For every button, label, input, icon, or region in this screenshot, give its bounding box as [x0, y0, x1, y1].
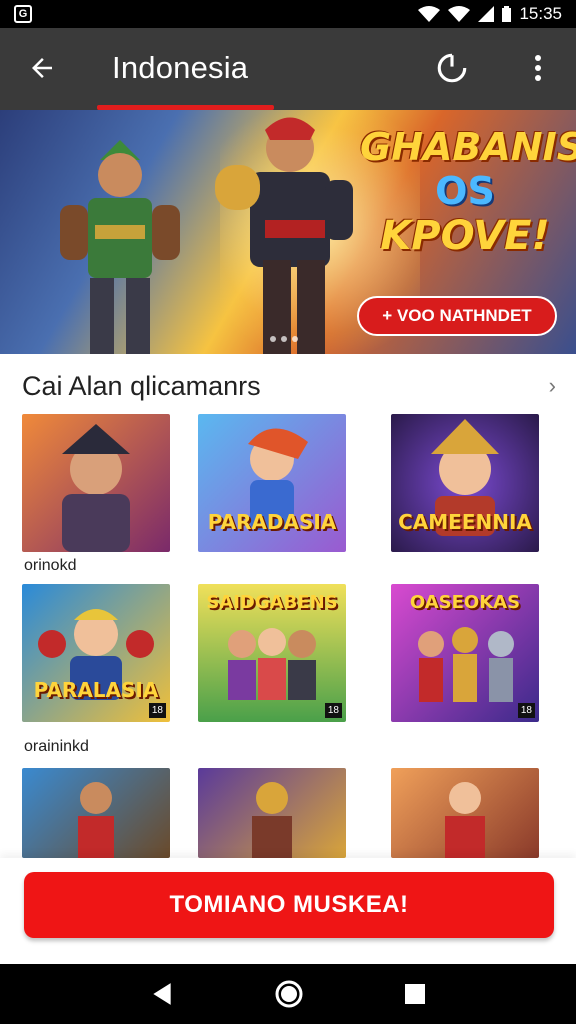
status-time: 15:35	[519, 4, 562, 23]
row-caption: orinokd	[24, 557, 77, 574]
row-caption: oraininkd	[24, 738, 89, 755]
game-art	[62, 424, 130, 552]
game-tile[interactable]: PARADASIA	[198, 414, 346, 552]
section-header[interactable]: Cai Alan qlicamanrs ›	[22, 366, 562, 406]
age-rating-badge: 18	[148, 703, 166, 718]
game-art	[78, 782, 114, 858]
carousel-dot	[281, 336, 287, 342]
game-art	[445, 782, 485, 858]
game-tile[interactable]: SAIDGABENS 18	[198, 584, 346, 722]
recents-square-icon[interactable]	[403, 982, 427, 1006]
page-title: Indonesia	[112, 50, 249, 85]
featured-banner[interactable]: GHABANIS! OS KPOVE! + VOO NATHNDET	[0, 110, 576, 354]
battery-icon	[502, 6, 512, 22]
more-button[interactable]	[518, 48, 558, 88]
home-circle-icon[interactable]	[274, 979, 304, 1009]
refresh-button[interactable]	[432, 48, 472, 88]
banner-headline-3: KPOVE!	[380, 213, 550, 259]
game-title: OASEOKAS	[409, 592, 521, 613]
signal-icon	[478, 6, 495, 22]
banner-cta-button[interactable]: + VOO NATHNDET	[357, 296, 557, 336]
banner-hero-left	[60, 140, 180, 354]
status-bar: G 15:35	[0, 0, 576, 28]
age-rating-badge: 18	[517, 703, 535, 718]
back-triangle-icon[interactable]	[149, 981, 175, 1007]
banner-hero-right	[215, 117, 353, 354]
game-tile[interactable]	[22, 414, 170, 552]
game-tile[interactable]	[22, 768, 170, 858]
main-cta-button[interactable]: TOMIANO MUSKEA!	[24, 872, 554, 938]
wifi-icon	[448, 6, 471, 22]
game-title: PARALASIA	[33, 678, 159, 702]
game-tile[interactable]: PARALASIA 18	[22, 584, 170, 722]
wifi-icon	[418, 6, 441, 22]
game-title: PARADASIA	[207, 510, 337, 534]
app-notification-icon: G	[14, 5, 32, 23]
carousel-indicator	[270, 336, 298, 342]
game-tile[interactable]: OASEOKAS 18	[391, 584, 539, 722]
refresh-icon	[437, 53, 467, 83]
game-tile[interactable]	[391, 768, 539, 858]
banner-headline-1: GHABANIS!	[360, 125, 576, 169]
game-art	[252, 782, 292, 858]
age-rating-badge: 18	[324, 703, 342, 718]
section-title: Cai Alan qlicamanrs	[22, 370, 261, 401]
arrow-left-icon	[32, 58, 52, 78]
banner-headline-2: OS	[435, 169, 495, 213]
back-button[interactable]	[22, 48, 62, 88]
carousel-dot	[270, 336, 276, 342]
banner-headline: GHABANIS! OS KPOVE!	[360, 125, 576, 259]
system-nav-bar	[0, 964, 576, 1024]
game-tile[interactable]: CAMEENNIA	[391, 414, 539, 552]
app-bar: Indonesia	[0, 28, 576, 110]
more-vert-icon	[535, 55, 541, 81]
game-title: SAIDGABENS	[206, 592, 338, 613]
carousel-dot	[292, 336, 298, 342]
game-title: CAMEENNIA	[398, 510, 532, 534]
game-tile[interactable]	[198, 768, 346, 858]
chevron-right-icon: ›	[548, 373, 556, 398]
